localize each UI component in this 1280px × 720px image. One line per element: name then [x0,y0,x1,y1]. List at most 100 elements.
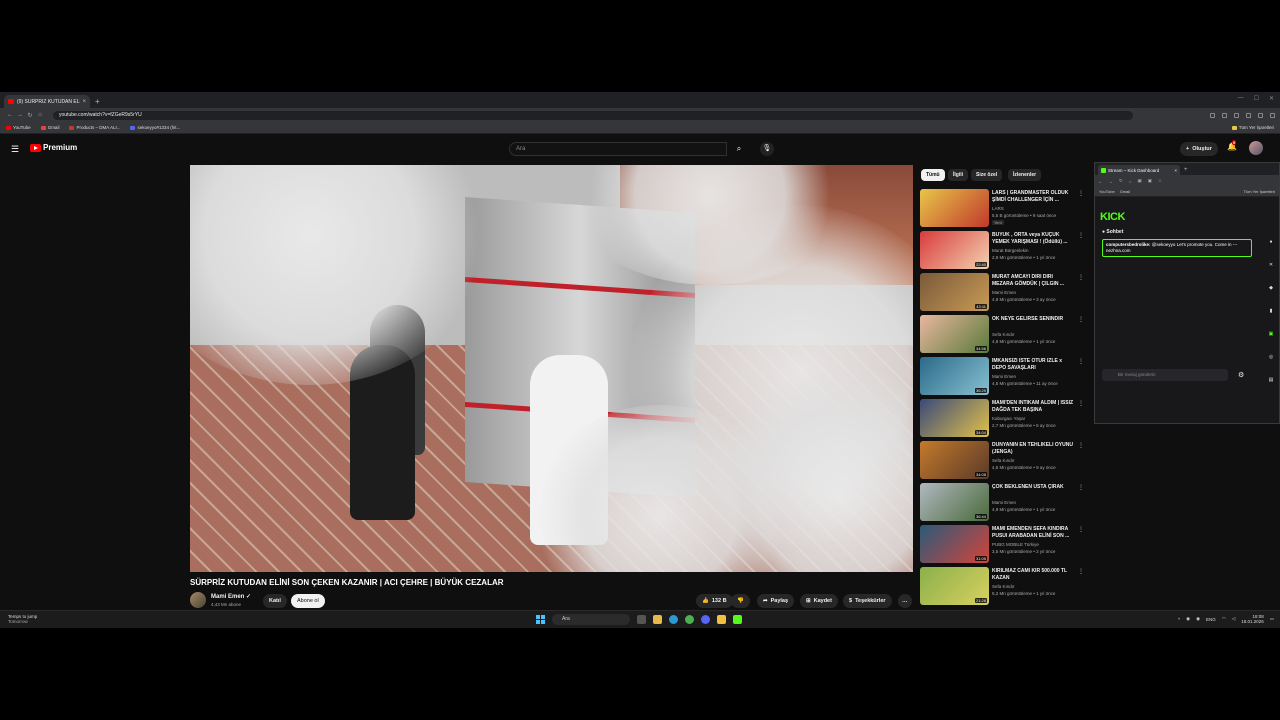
home-icon[interactable]: ⌂ [35,112,45,118]
menu-hamburger-icon[interactable]: ☰ [11,144,19,155]
menu-icon[interactable] [1270,112,1275,118]
more-options-icon[interactable]: ⋮ [1078,568,1084,575]
bookmark-item[interactable]: Tüm Yer İşaretleri [1244,189,1275,194]
chat-message[interactable]: computersbedrolike: @sekoeyyo Let's prom… [1102,239,1252,257]
task-view-icon[interactable] [637,615,646,624]
close-tab-icon[interactable]: × [82,99,86,105]
join-button[interactable]: Katıl [263,594,287,608]
create-button[interactable]: + Oluştur [1180,142,1218,156]
recommendation-item[interactable]: 36:29 İMKANSIZI İSTE OTUR İZLE x DEPO SAV… [920,357,1090,399]
recommendation-item[interactable]: 34:04 MAMİ'DEN İNTİKAM ALDIM | ISSIZ DAĞD… [920,399,1090,441]
save-button[interactable]: ⊞ Kaydet [800,594,838,608]
new-tab-icon[interactable]: + [1184,167,1188,173]
more-options-icon[interactable]: ⋮ [1078,232,1084,239]
close-tab-icon[interactable]: × [1174,168,1177,173]
video-player[interactable] [190,165,913,572]
windows-start-icon[interactable] [536,615,545,624]
account-avatar[interactable] [1249,141,1263,155]
video-thumbnail[interactable]: 36:29 [920,357,989,395]
tray-app-icon[interactable]: ◉ [1196,616,1200,622]
bookmark-star-icon[interactable] [1246,112,1251,118]
video-thumbnail[interactable]: 21:28 [920,567,989,605]
channel-avatar[interactable] [190,592,206,608]
close-window-icon[interactable]: ✕ [1269,95,1274,102]
recommendation-title[interactable]: ÇOK BEKLENEN USTA ÇIRAK [992,484,1074,491]
bookmark-item[interactable]: YouTube [6,125,31,130]
app-icon[interactable] [717,615,726,624]
recommendation-title[interactable]: OK NEYE GELİRSE SENİNDİR [992,316,1074,323]
recommendation-item[interactable]: 34:56 OK NEYE GELİRSE SENİNDİR Sefa Kındır… [920,315,1090,357]
language-indicator[interactable]: ENG [1206,617,1216,622]
extension-icon[interactable]: ▣ [1148,178,1152,184]
kick-logo[interactable]: KICK [1100,211,1125,223]
bookmark-item[interactable]: YouTube [1099,189,1115,194]
search-icon[interactable]: ⌕ [729,142,749,156]
weather-widget[interactable]: Temps to jump Tomorrow [8,614,37,624]
recommendation-item[interactable]: 43:11 MURAT AMCAYI DİRİ DİRİ MEZARA GÖMDÜ… [920,273,1090,315]
side-tool-icon[interactable]: ● [1269,239,1272,245]
chip-related[interactable]: İlgili [948,169,968,181]
recommendation-item[interactable]: 21:28 KIRILMAZ CAMI KIR 500.000 TL KAZAN S… [920,567,1090,609]
notification-center-icon[interactable]: ▭ [1270,616,1274,622]
home-icon[interactable]: ⌂ [1129,179,1132,184]
side-tool-icon[interactable]: ▮ [1270,308,1273,314]
recommendation-title[interactable]: LARS | GRANDMASTER OLDUK ŞİMDİ CHALLENGE… [992,190,1074,204]
channel-name[interactable]: Mami Emen ✓ [211,593,251,600]
extension-icon[interactable]: ▣ [1138,178,1142,184]
search-input[interactable]: Ara [509,142,727,156]
recommendation-item[interactable]: 36:44 ÇOK BEKLENEN USTA ÇIRAK Mami Emen 4,9… [920,483,1090,525]
recommendation-channel[interactable]: Mami Emen [992,290,1016,295]
recommendation-item[interactable]: 22:40 BÜYÜK , ORTA veya KÜÇÜK YEMEK YARIŞ… [920,231,1090,273]
side-tool-icon[interactable]: ◆ [1269,285,1273,291]
chip-watched[interactable]: İzlenenler [1008,169,1042,181]
recommendation-channel[interactable]: Sefa Kındır [992,584,1015,589]
recommendation-item[interactable]: LARS | GRANDMASTER OLDUK ŞİMDİ CHALLENGE… [920,189,1090,231]
side-tool-icon[interactable]: ◎ [1269,354,1273,360]
recommendation-title[interactable]: BÜYÜK , ORTA veya KÜÇÜK YEMEK YARIŞMASI … [992,232,1074,246]
chat-input[interactable]: Bir mesaj gönderin [1102,369,1228,381]
tray-chevron-icon[interactable]: ^ [1178,617,1180,622]
video-thumbnail[interactable]: 34:56 [920,315,989,353]
dislike-button[interactable]: 👎 [731,594,750,608]
bookmark-item[interactable]: Gmail [40,125,59,130]
thanks-button[interactable]: $ Teşekkürler [843,594,892,608]
video-thumbnail[interactable]: 22:40 [920,231,989,269]
more-options-icon[interactable]: ⋮ [1078,484,1084,491]
chrome-icon[interactable] [685,615,694,624]
video-thumbnail[interactable]: 43:11 [920,273,989,311]
back-icon[interactable]: ← [1098,179,1103,184]
forward-icon[interactable]: → [15,112,25,118]
more-options-icon[interactable]: ⋮ [1078,190,1084,197]
side-tool-icon[interactable]: ✕ [1269,262,1273,268]
kick-tab[interactable]: Stream – Kick Dashboard × [1098,165,1180,175]
recommendation-title[interactable]: MAMİ EMENDEN SEFA KINDIRA PUSUI ARABADAN… [992,526,1074,540]
extension-icon[interactable] [1234,112,1239,118]
recommendation-channel[interactable]: Sefa Kındır [992,458,1015,463]
back-icon[interactable]: ← [5,112,15,118]
volume-icon[interactable]: ◁ [1232,616,1235,622]
more-options-icon[interactable]: ⋮ [1078,316,1084,323]
recommendation-channel[interactable]: LARS [992,206,1004,211]
tray-app-icon[interactable]: ◉ [1186,616,1190,622]
profile-icon[interactable] [1258,112,1263,118]
chip-all[interactable]: Tümü [921,169,945,181]
video-thumbnail[interactable]: 34:04 [920,399,989,437]
like-button[interactable]: 👍 132 B [696,594,733,608]
more-options-icon[interactable]: ⋮ [1078,442,1084,449]
taskbar-search[interactable]: Ara [552,614,630,625]
recommendation-title[interactable]: DÜNYANIN EN TEHLİKELİ OYUNU (JENGA) [992,442,1074,456]
subscribe-button[interactable]: Abone ol [291,594,325,608]
video-thumbnail[interactable]: 31:05 [920,525,989,563]
kick-app-icon[interactable] [733,615,742,624]
video-thumbnail[interactable] [920,189,989,227]
recommendation-channel[interactable]: Mami Emen [992,500,1016,505]
chat-toggle-icon[interactable]: ▣ [1269,331,1274,337]
recommendation-channel[interactable]: Kaburgacı Yaşar [992,416,1025,421]
video-thumbnail[interactable]: 36:44 [920,483,989,521]
reload-icon[interactable]: ↻ [25,112,35,119]
recommendation-title[interactable]: KIRILMAZ CAMI KIR 500.000 TL KAZAN [992,568,1074,582]
recommendation-channel[interactable]: Sefa Kındır [992,332,1015,337]
new-tab-icon[interactable]: + [95,97,100,106]
notifications-bell-icon[interactable]: 🔔 9 [1227,140,1237,151]
video-thumbnail[interactable]: 34:08 [920,441,989,479]
